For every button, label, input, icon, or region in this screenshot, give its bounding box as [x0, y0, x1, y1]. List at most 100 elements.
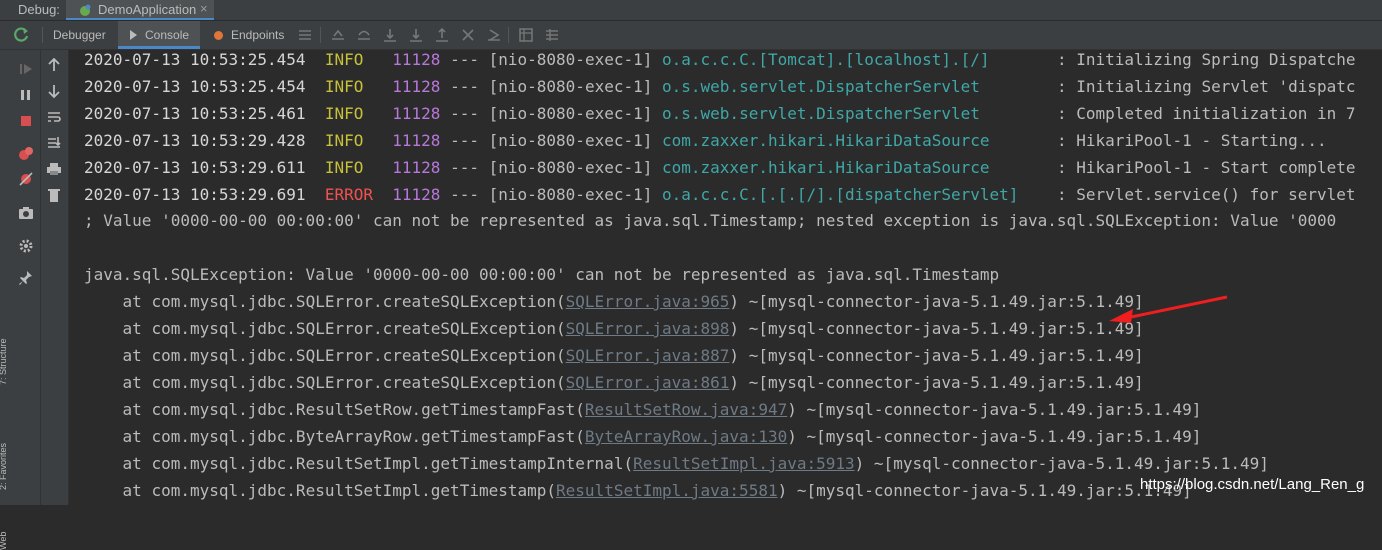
close-tab-icon[interactable]: ×	[200, 1, 208, 16]
stack-prefix: at	[84, 454, 152, 473]
log-timestamp: 2020-07-13 10:53:25.461	[84, 104, 306, 123]
step-out-icon[interactable]	[434, 27, 450, 43]
print-icon[interactable]	[46, 161, 62, 177]
tab-console[interactable]: Console	[118, 21, 200, 49]
log-timestamp: 2020-07-13 10:53:25.454	[84, 77, 306, 96]
log-logger[interactable]: com.zaxxer.hikari.HikariDataSource	[662, 158, 1047, 177]
rerun-icon[interactable]	[14, 27, 30, 43]
structure-tool-label[interactable]: 7: Structure	[0, 338, 8, 385]
divider	[320, 27, 321, 43]
pause-icon[interactable]	[18, 87, 34, 103]
stack-frame: at com.mysql.jdbc.ResultSetImpl.getTimes…	[84, 481, 1192, 500]
log-logger[interactable]: o.a.c.c.C.[Tomcat].[localhost].[/]	[662, 50, 1047, 69]
stack-prefix: at	[84, 400, 152, 419]
tab-demo-application[interactable]: DemoApplication ×	[66, 0, 214, 20]
source-file-link[interactable]: ByteArrayRow.java:130	[585, 427, 787, 446]
log-separator: ---	[440, 77, 489, 96]
debug-title-bar: Debug: DemoApplication ×	[0, 0, 1382, 21]
view-breakpoints-icon[interactable]	[18, 145, 34, 161]
drop-frame-icon[interactable]	[460, 27, 476, 43]
log-thread: [nio-8080-exec-1]	[488, 77, 662, 96]
stack-frame: at com.mysql.jdbc.ByteArrayRow.getTimest…	[84, 427, 1202, 446]
log-logger[interactable]: com.zaxxer.hikari.HikariDataSource	[662, 131, 1047, 150]
source-file-link[interactable]: SQLError.java:898	[566, 319, 730, 338]
tab-debugger[interactable]: Debugger	[44, 21, 114, 49]
scroll-up-icon[interactable]	[46, 57, 62, 73]
stack-prefix: at	[84, 481, 152, 500]
side-tool-strip: 7: Structure 2: Favorites Web	[0, 50, 10, 550]
run-to-cursor-icon[interactable]	[486, 27, 502, 43]
log-separator: ---	[440, 50, 489, 69]
show-execution-point-icon[interactable]	[330, 27, 346, 43]
log-line: 2020-07-13 10:53:29.428 INFO 11128 --- […	[84, 132, 1327, 159]
stack-method: com.mysql.jdbc.ResultSetRow.getTimestamp…	[151, 400, 576, 419]
log-pid: 11128	[392, 131, 441, 150]
stack-frame: at com.mysql.jdbc.SQLError.createSQLExce…	[84, 346, 1144, 365]
menu-icon[interactable]	[297, 27, 313, 43]
step-into-icon[interactable]	[382, 27, 398, 43]
log-timestamp: 2020-07-13 10:53:29.428	[84, 131, 306, 150]
soft-wrap-icon[interactable]	[46, 109, 62, 125]
endpoints-icon	[214, 31, 223, 40]
debug-toolbar: Debugger Console Endpoints	[0, 21, 1382, 50]
scroll-down-icon[interactable]	[46, 83, 62, 99]
stack-prefix: at	[84, 346, 152, 365]
source-file-link[interactable]: SQLError.java:965	[566, 292, 730, 311]
jar-info: ~[mysql-connector-java-5.1.49.jar:5.1.49…	[806, 400, 1202, 419]
log-message: : Completed initialization in 7	[1047, 104, 1356, 123]
log-logger[interactable]: o.s.web.servlet.DispatcherServlet	[662, 104, 1047, 123]
settings-icon[interactable]	[18, 238, 34, 254]
tab-label: DemoApplication	[98, 2, 197, 17]
log-pid: 11128	[392, 77, 441, 96]
log-line: 2020-07-13 10:53:25.461 INFO 11128 --- […	[84, 105, 1356, 132]
resume-icon[interactable]	[18, 61, 34, 77]
evaluate-expression-icon[interactable]	[518, 27, 534, 43]
stack-method: com.mysql.jdbc.ResultSetImpl.getTimestam…	[151, 454, 624, 473]
log-line: 2020-07-13 10:53:29.691 ERROR 11128 --- …	[84, 186, 1356, 213]
tab-debugger-label: Debugger	[53, 28, 106, 42]
stop-icon[interactable]	[18, 113, 34, 129]
source-file-link[interactable]: ResultSetImpl.java:5581	[556, 481, 778, 500]
stack-method: com.mysql.jdbc.SQLError.createSQLExcepti…	[151, 292, 557, 311]
clear-all-icon[interactable]	[46, 187, 62, 203]
step-over-icon[interactable]	[356, 27, 372, 43]
source-file-link[interactable]: SQLError.java:887	[566, 346, 730, 365]
log-separator: ---	[440, 158, 489, 177]
stack-prefix: at	[84, 427, 152, 446]
scroll-to-end-icon[interactable]	[46, 135, 62, 151]
source-file-link[interactable]: ResultSetRow.java:947	[585, 400, 787, 419]
console-output[interactable]: 2020-07-13 10:53:25.454 INFO 11128 --- […	[69, 50, 1382, 505]
trace-stream-icon[interactable]	[544, 27, 560, 43]
mute-breakpoints-icon[interactable]	[18, 171, 34, 187]
favorites-tool-label[interactable]: 2: Favorites	[0, 443, 8, 490]
divider	[42, 27, 43, 43]
spring-bug-icon	[80, 4, 91, 16]
source-file-link[interactable]: SQLError.java:861	[566, 373, 730, 392]
stack-frame: at com.mysql.jdbc.SQLError.createSQLExce…	[84, 319, 1144, 338]
source-file-link[interactable]: ResultSetImpl.java:5913	[633, 454, 855, 473]
jar-info: ~[mysql-connector-java-5.1.49.jar:5.1.49…	[748, 292, 1144, 311]
force-step-into-icon[interactable]	[408, 27, 424, 43]
log-timestamp: 2020-07-13 10:53:29.691	[84, 185, 306, 204]
divider	[508, 27, 509, 43]
log-logger[interactable]: o.a.c.c.C.[.[.[/].[dispatcherServlet]	[662, 185, 1047, 204]
pin-icon[interactable]	[18, 269, 34, 285]
log-line: 2020-07-13 10:53:29.611 INFO 11128 --- […	[84, 159, 1356, 186]
stack-frame: at com.mysql.jdbc.ResultSetImpl.getTimes…	[84, 454, 1269, 473]
stack-method: com.mysql.jdbc.SQLError.createSQLExcepti…	[151, 373, 557, 392]
log-thread: [nio-8080-exec-1]	[488, 158, 662, 177]
log-logger[interactable]: o.s.web.servlet.DispatcherServlet	[662, 77, 1047, 96]
jar-info: ~[mysql-connector-java-5.1.49.jar:5.1.49…	[873, 454, 1269, 473]
log-message: : Servlet.service() for servlet	[1047, 185, 1356, 204]
tab-endpoints-label: Endpoints	[231, 28, 285, 42]
log-pid: 11128	[392, 104, 441, 123]
tab-endpoints[interactable]: Endpoints	[206, 21, 292, 49]
log-separator: ---	[440, 104, 489, 123]
stack-prefix: at	[84, 319, 152, 338]
log-separator: ---	[440, 131, 489, 150]
camera-icon[interactable]	[18, 205, 34, 221]
debug-label: Debug:	[18, 2, 60, 17]
web-tool-label[interactable]: Web	[0, 532, 8, 550]
jar-info: ~[mysql-connector-java-5.1.49.jar:5.1.49…	[748, 373, 1144, 392]
log-message: : Initializing Spring Dispatche	[1047, 50, 1356, 69]
